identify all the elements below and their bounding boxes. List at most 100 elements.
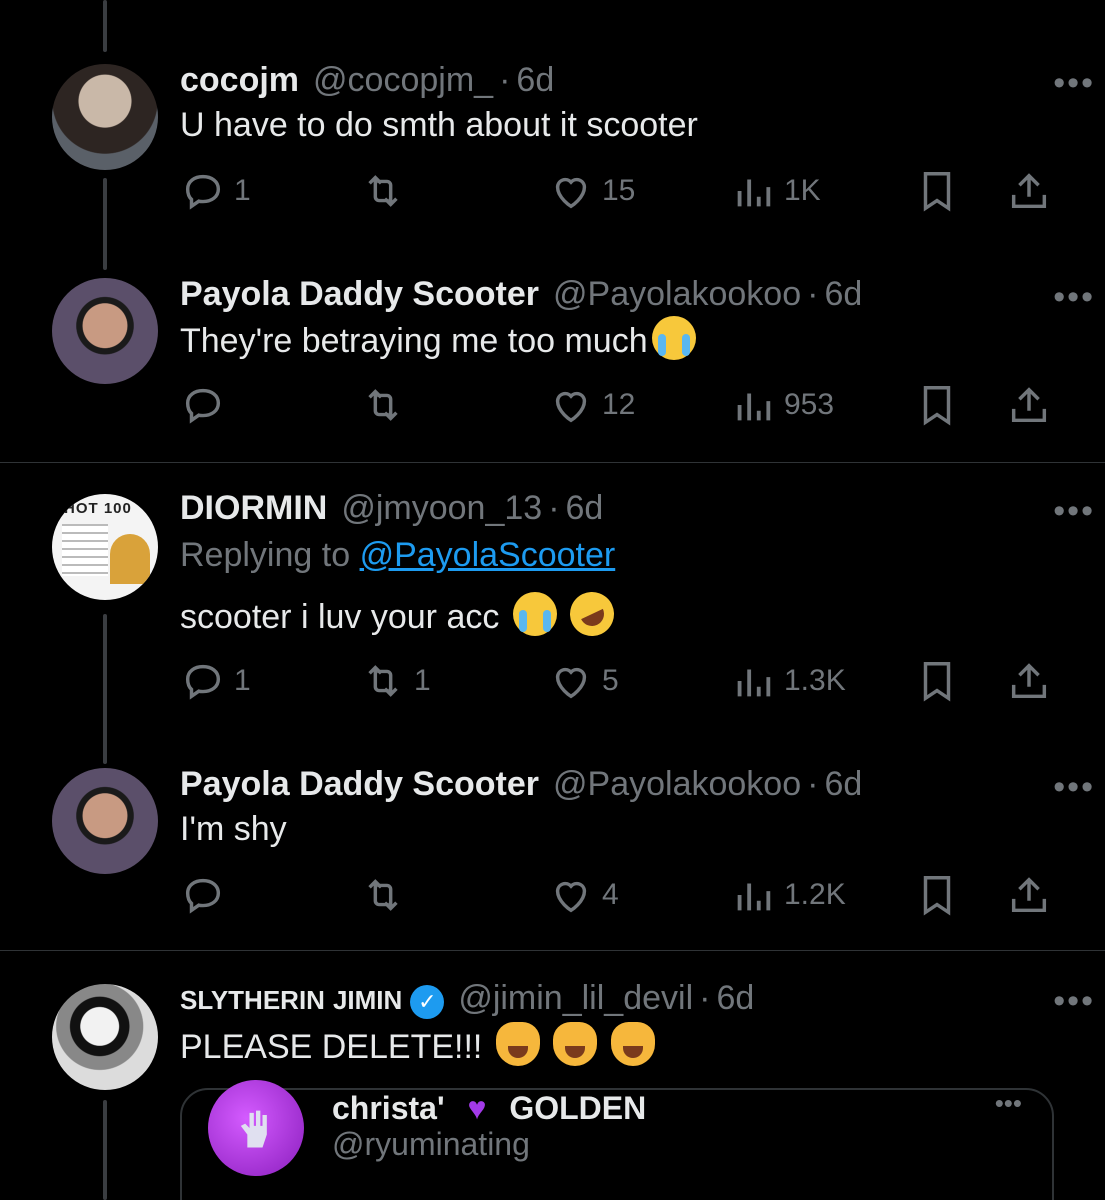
reply-count: 1	[234, 664, 251, 697]
separator-dot: ·	[807, 275, 819, 313]
replying-to-label: Replying to	[180, 536, 351, 574]
views-count: 1.3K	[784, 664, 846, 697]
timestamp[interactable]: 6d	[566, 488, 604, 528]
tweet-actions: 1 15 1K	[180, 166, 1065, 216]
reply-button[interactable]: 1	[180, 656, 251, 706]
tweet-text: U have to do smth about it scooter	[180, 106, 698, 144]
avatar[interactable]	[52, 278, 158, 384]
views-button[interactable]: 1K	[730, 166, 821, 216]
bookmark-button[interactable]	[914, 166, 960, 216]
reply-icon	[185, 664, 221, 700]
like-button[interactable]: 5	[548, 656, 619, 706]
quoted-tweet[interactable]: christa' ♥ GOLDEN @ryuminating •••	[180, 1080, 1054, 1200]
replying-to: Replying to @PayolaScooter	[180, 532, 1065, 578]
author-name[interactable]: DIORMIN	[180, 488, 327, 528]
reply-button[interactable]	[180, 380, 234, 430]
bookmark-button[interactable]	[914, 870, 960, 920]
share-button[interactable]	[1006, 380, 1052, 430]
bookmark-button[interactable]	[914, 656, 960, 706]
reply-icon	[185, 174, 221, 210]
avatar[interactable]: HOT 100	[52, 494, 158, 600]
avatar[interactable]	[52, 64, 158, 170]
reply-button[interactable]: 1	[180, 166, 251, 216]
author-handle[interactable]: @Payolakookoo	[553, 764, 801, 804]
separator-dot: ·	[807, 765, 819, 803]
bookmark-icon	[923, 876, 951, 916]
bookmark-icon	[923, 662, 951, 702]
share-icon	[1011, 663, 1047, 699]
author-handle[interactable]: @Payolakookoo	[553, 274, 801, 314]
author-name[interactable]: JIMIN	[333, 980, 402, 1020]
more-options-icon[interactable]: •••	[1053, 280, 1095, 314]
avatar-label: HOT 100	[64, 500, 132, 517]
rofl-emoji-icon	[563, 584, 622, 644]
views-button[interactable]: 953	[730, 380, 834, 430]
verified-badge-icon: ✓	[410, 985, 445, 1019]
like-count: 12	[602, 388, 636, 421]
timestamp[interactable]: 6d	[716, 978, 754, 1018]
reply-button[interactable]	[180, 870, 234, 920]
views-icon	[737, 393, 771, 421]
views-count: 1.2K	[784, 878, 846, 911]
retweet-icon	[368, 665, 398, 697]
quoted-avatar[interactable]	[208, 1080, 304, 1176]
author-name[interactable]: cocojm	[180, 60, 299, 100]
more-options-icon[interactable]: •••	[1053, 984, 1095, 1018]
author-name[interactable]: Payola Daddy Scooter	[180, 274, 539, 314]
quoted-name-left: christa'	[332, 1090, 445, 1126]
avatar[interactable]	[52, 984, 158, 1090]
cat-joy-emoji-icon	[495, 1022, 540, 1066]
bookmark-button[interactable]	[914, 380, 960, 430]
thread-line	[103, 178, 107, 270]
like-button[interactable]: 15	[548, 166, 635, 216]
more-options-icon[interactable]: •••	[1053, 66, 1095, 100]
avatar[interactable]	[52, 768, 158, 874]
share-button[interactable]	[1006, 656, 1052, 706]
tweet-text-content: scooter i luv your acc	[180, 598, 500, 636]
retweet-button[interactable]: 1	[360, 656, 431, 706]
author-name[interactable]: Payola Daddy Scooter	[180, 764, 539, 804]
tweet-actions: 12 953	[180, 380, 1065, 430]
retweet-button[interactable]	[360, 380, 414, 430]
author-name-prefix[interactable]: SLYTHERIN	[180, 980, 325, 1020]
retweet-button[interactable]	[360, 166, 414, 216]
like-button[interactable]: 12	[548, 380, 635, 430]
views-button[interactable]: 1.3K	[730, 656, 846, 706]
share-icon	[1011, 387, 1047, 423]
more-options-icon[interactable]: •••	[1053, 494, 1095, 528]
views-button[interactable]: 1.2K	[730, 870, 846, 920]
separator-dot: ·	[499, 61, 511, 99]
retweet-count: 1	[414, 664, 431, 697]
quoted-author-name[interactable]: christa' ♥ GOLDEN	[332, 1090, 646, 1127]
timestamp[interactable]: 6d	[824, 764, 862, 804]
heart-icon	[555, 881, 587, 913]
quoted-more-icon[interactable]: •••	[995, 1088, 1022, 1119]
reply-count: 1	[234, 174, 251, 207]
thread-line	[103, 0, 107, 52]
separator-dot: ·	[548, 489, 560, 527]
reply-target-link[interactable]: @PayolaScooter	[360, 536, 616, 574]
quoted-author-handle[interactable]: @ryuminating	[332, 1126, 530, 1163]
heart-icon	[555, 391, 587, 423]
like-count: 5	[602, 664, 619, 697]
tweet-text: They're betraying me too much	[180, 316, 1065, 364]
author-handle[interactable]: @jmyoon_13	[341, 488, 542, 528]
tweet-text: PLEASE DELETE!!!	[180, 1022, 1065, 1070]
author-handle[interactable]: @cocopjm_	[313, 60, 493, 100]
share-button[interactable]	[1006, 870, 1052, 920]
reply-icon	[185, 388, 221, 424]
more-options-icon[interactable]: •••	[1053, 770, 1095, 804]
retweet-button[interactable]	[360, 870, 414, 920]
cat-joy-emoji-icon	[553, 1022, 598, 1066]
cat-joy-emoji-icon	[610, 1022, 655, 1066]
share-icon	[1011, 173, 1047, 209]
author-handle[interactable]: @jimin_lil_devil	[458, 978, 693, 1018]
timestamp[interactable]: 6d	[516, 60, 554, 100]
timestamp[interactable]: 6d	[824, 274, 862, 314]
bookmark-icon	[923, 172, 951, 212]
thread-line	[103, 614, 107, 764]
like-button[interactable]: 4	[548, 870, 619, 920]
share-button[interactable]	[1006, 166, 1052, 216]
retweet-icon	[368, 175, 398, 207]
tweet-text-content: They're betraying me too much	[180, 322, 648, 360]
